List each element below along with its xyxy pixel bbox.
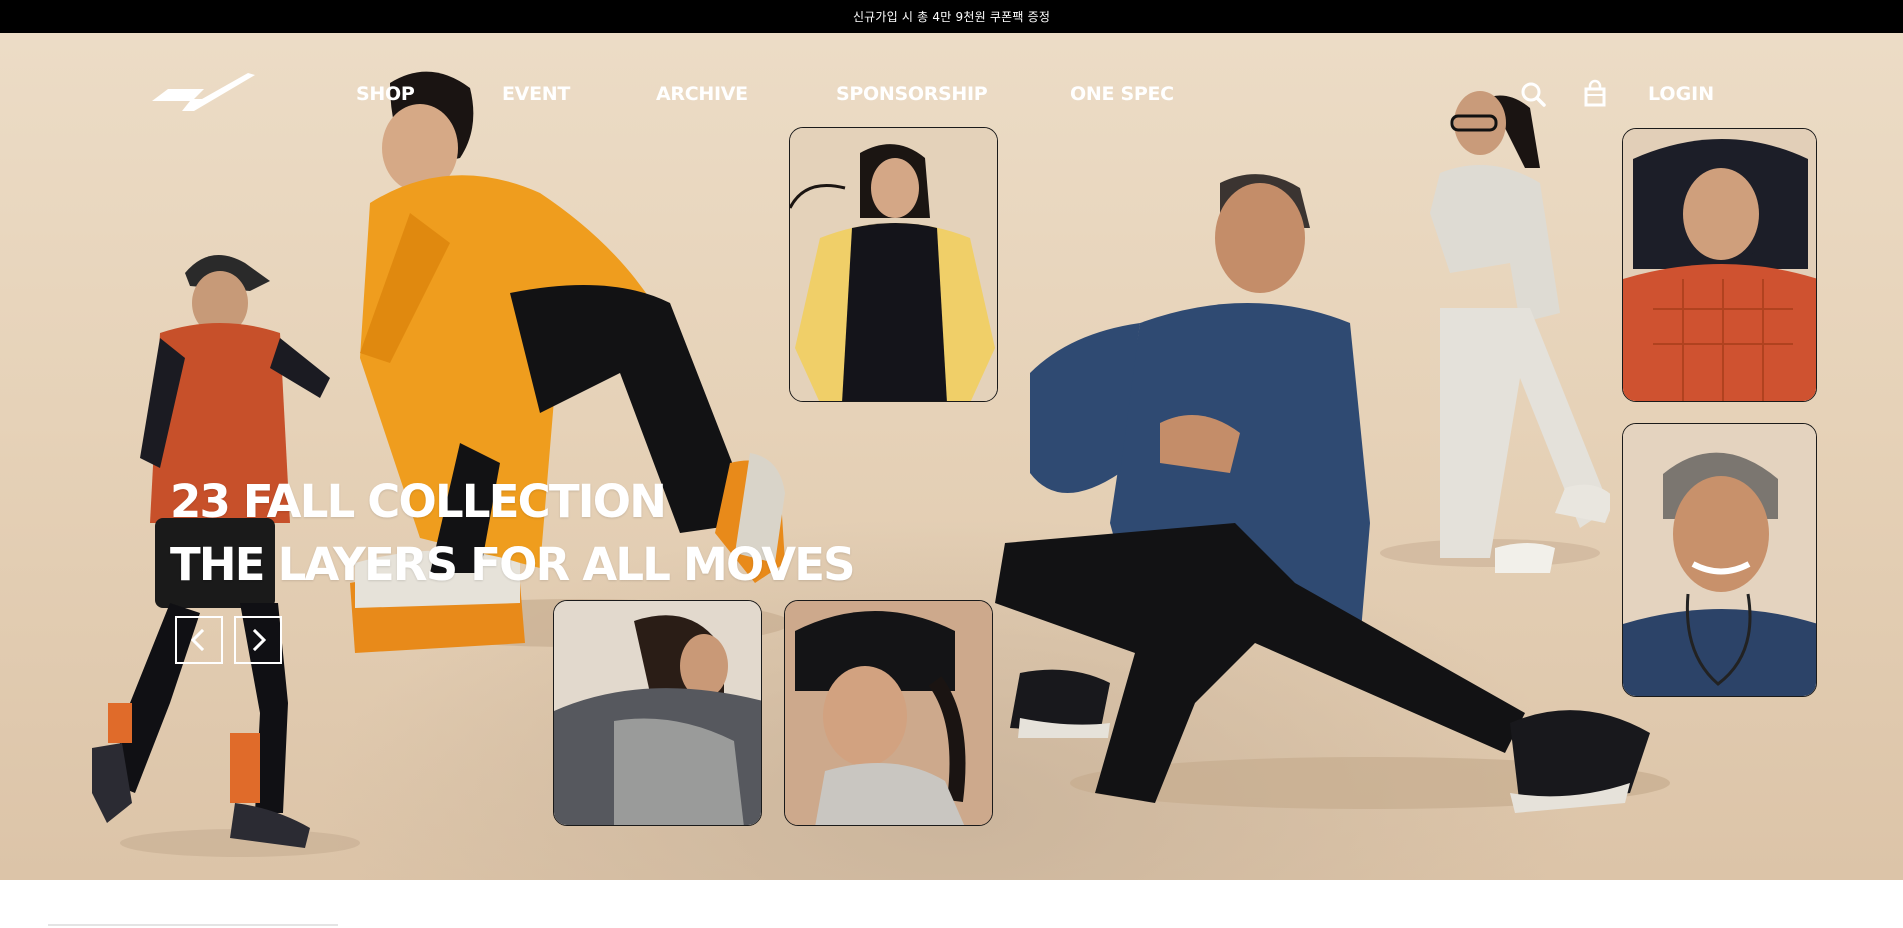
photo-card-gray-jacket	[553, 600, 762, 826]
hero-headline: 23 FALL COLLECTION THE LAYERS FOR ALL MO…	[170, 470, 856, 596]
photo-card-yellow-vest	[789, 127, 998, 402]
announcement-bar: 신규가입 시 총 4만 9천원 쿠폰팩 증정	[0, 0, 1903, 33]
nav-archive[interactable]: ARCHIVE	[656, 71, 748, 117]
photo-card-orange-vest	[1622, 128, 1817, 402]
shopping-bag-icon[interactable]	[1578, 77, 1612, 111]
brand-wing-logo[interactable]	[150, 71, 258, 117]
nav-one-spec[interactable]: ONE SPEC	[1070, 71, 1174, 117]
prev-slide-button[interactable]	[175, 616, 223, 664]
below-hero-section	[0, 880, 1903, 928]
nav-sponsorship[interactable]: SPONSORSHIP	[836, 71, 988, 117]
photo-card-beanie	[784, 600, 993, 826]
chevron-left-icon	[190, 628, 205, 652]
login-link[interactable]: LOGIN	[1648, 71, 1714, 117]
next-slide-button[interactable]	[234, 616, 282, 664]
headline-line-2: THE LAYERS FOR ALL MOVES	[170, 538, 856, 591]
nav-event[interactable]: EVENT	[502, 71, 570, 117]
section-divider	[48, 924, 338, 926]
announcement-text: 신규가입 시 총 4만 9천원 쿠폰팩 증정	[852, 10, 1051, 24]
hero-banner: SHOP EVENT ARCHIVE SPONSORSHIP ONE SPEC …	[0, 33, 1903, 880]
nav-shop[interactable]: SHOP	[356, 71, 415, 117]
search-icon[interactable]	[1516, 77, 1550, 111]
headline-line-1: 23 FALL COLLECTION	[170, 475, 667, 528]
chevron-right-icon	[252, 628, 267, 652]
photo-card-smiling-man	[1622, 423, 1817, 697]
white-tracksuit-model-photo	[1380, 91, 1610, 573]
